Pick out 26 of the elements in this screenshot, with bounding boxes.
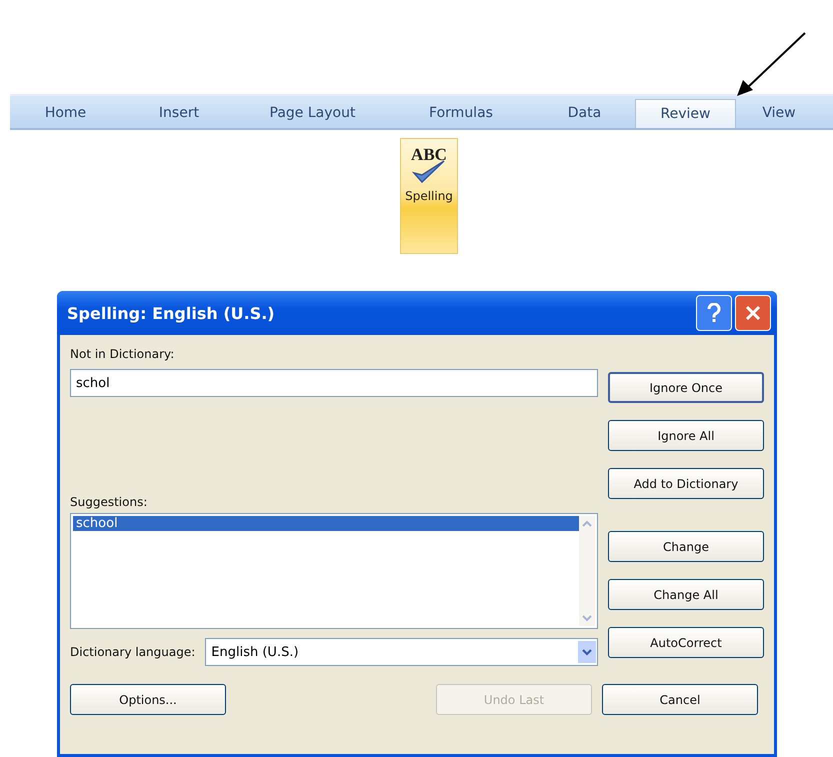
ribbon-tab[interactable]: Page Layout xyxy=(237,96,388,128)
suggestion-item[interactable]: school xyxy=(73,516,579,531)
dialog-button[interactable]: Change All xyxy=(608,579,764,610)
field-label: Dictionary language: xyxy=(70,645,196,659)
dialog-button[interactable]: Ignore All xyxy=(608,420,764,451)
ribbon-tab[interactable]: View xyxy=(736,96,822,128)
dialog-button[interactable]: Change xyxy=(608,531,764,562)
dialog-button[interactable]: Ignore Once xyxy=(608,372,764,403)
ribbon-tab[interactable]: Data xyxy=(534,96,635,128)
dialog-button[interactable]: Add to Dictionary xyxy=(608,468,764,499)
spelling-label: Spelling xyxy=(405,189,453,203)
dialog-button[interactable]: Options... xyxy=(70,684,226,715)
window-title: Spelling: English (U.S.) xyxy=(67,304,276,322)
field-label: Not in Dictionary: xyxy=(70,347,176,361)
ribbon-tab[interactable]: Review xyxy=(635,99,736,128)
language-dropdown[interactable]: English (U.S.) xyxy=(205,638,598,666)
dialog-button[interactable]: AutoCorrect xyxy=(608,627,764,658)
abc-label: ABC xyxy=(411,145,447,165)
ribbon-tab[interactable]: Formulas xyxy=(388,96,534,128)
ribbon-tab[interactable]: Home xyxy=(10,96,121,128)
spelling-button[interactable]: ABC Spelling xyxy=(400,138,458,254)
dialog-button: Undo Last xyxy=(436,684,592,715)
ribbon-tab[interactable]: Insert xyxy=(121,96,237,128)
not-in-dictionary-field[interactable]: schol xyxy=(70,369,598,397)
field-label: Suggestions: xyxy=(70,495,148,509)
dialog-button[interactable]: Cancel xyxy=(602,684,758,715)
